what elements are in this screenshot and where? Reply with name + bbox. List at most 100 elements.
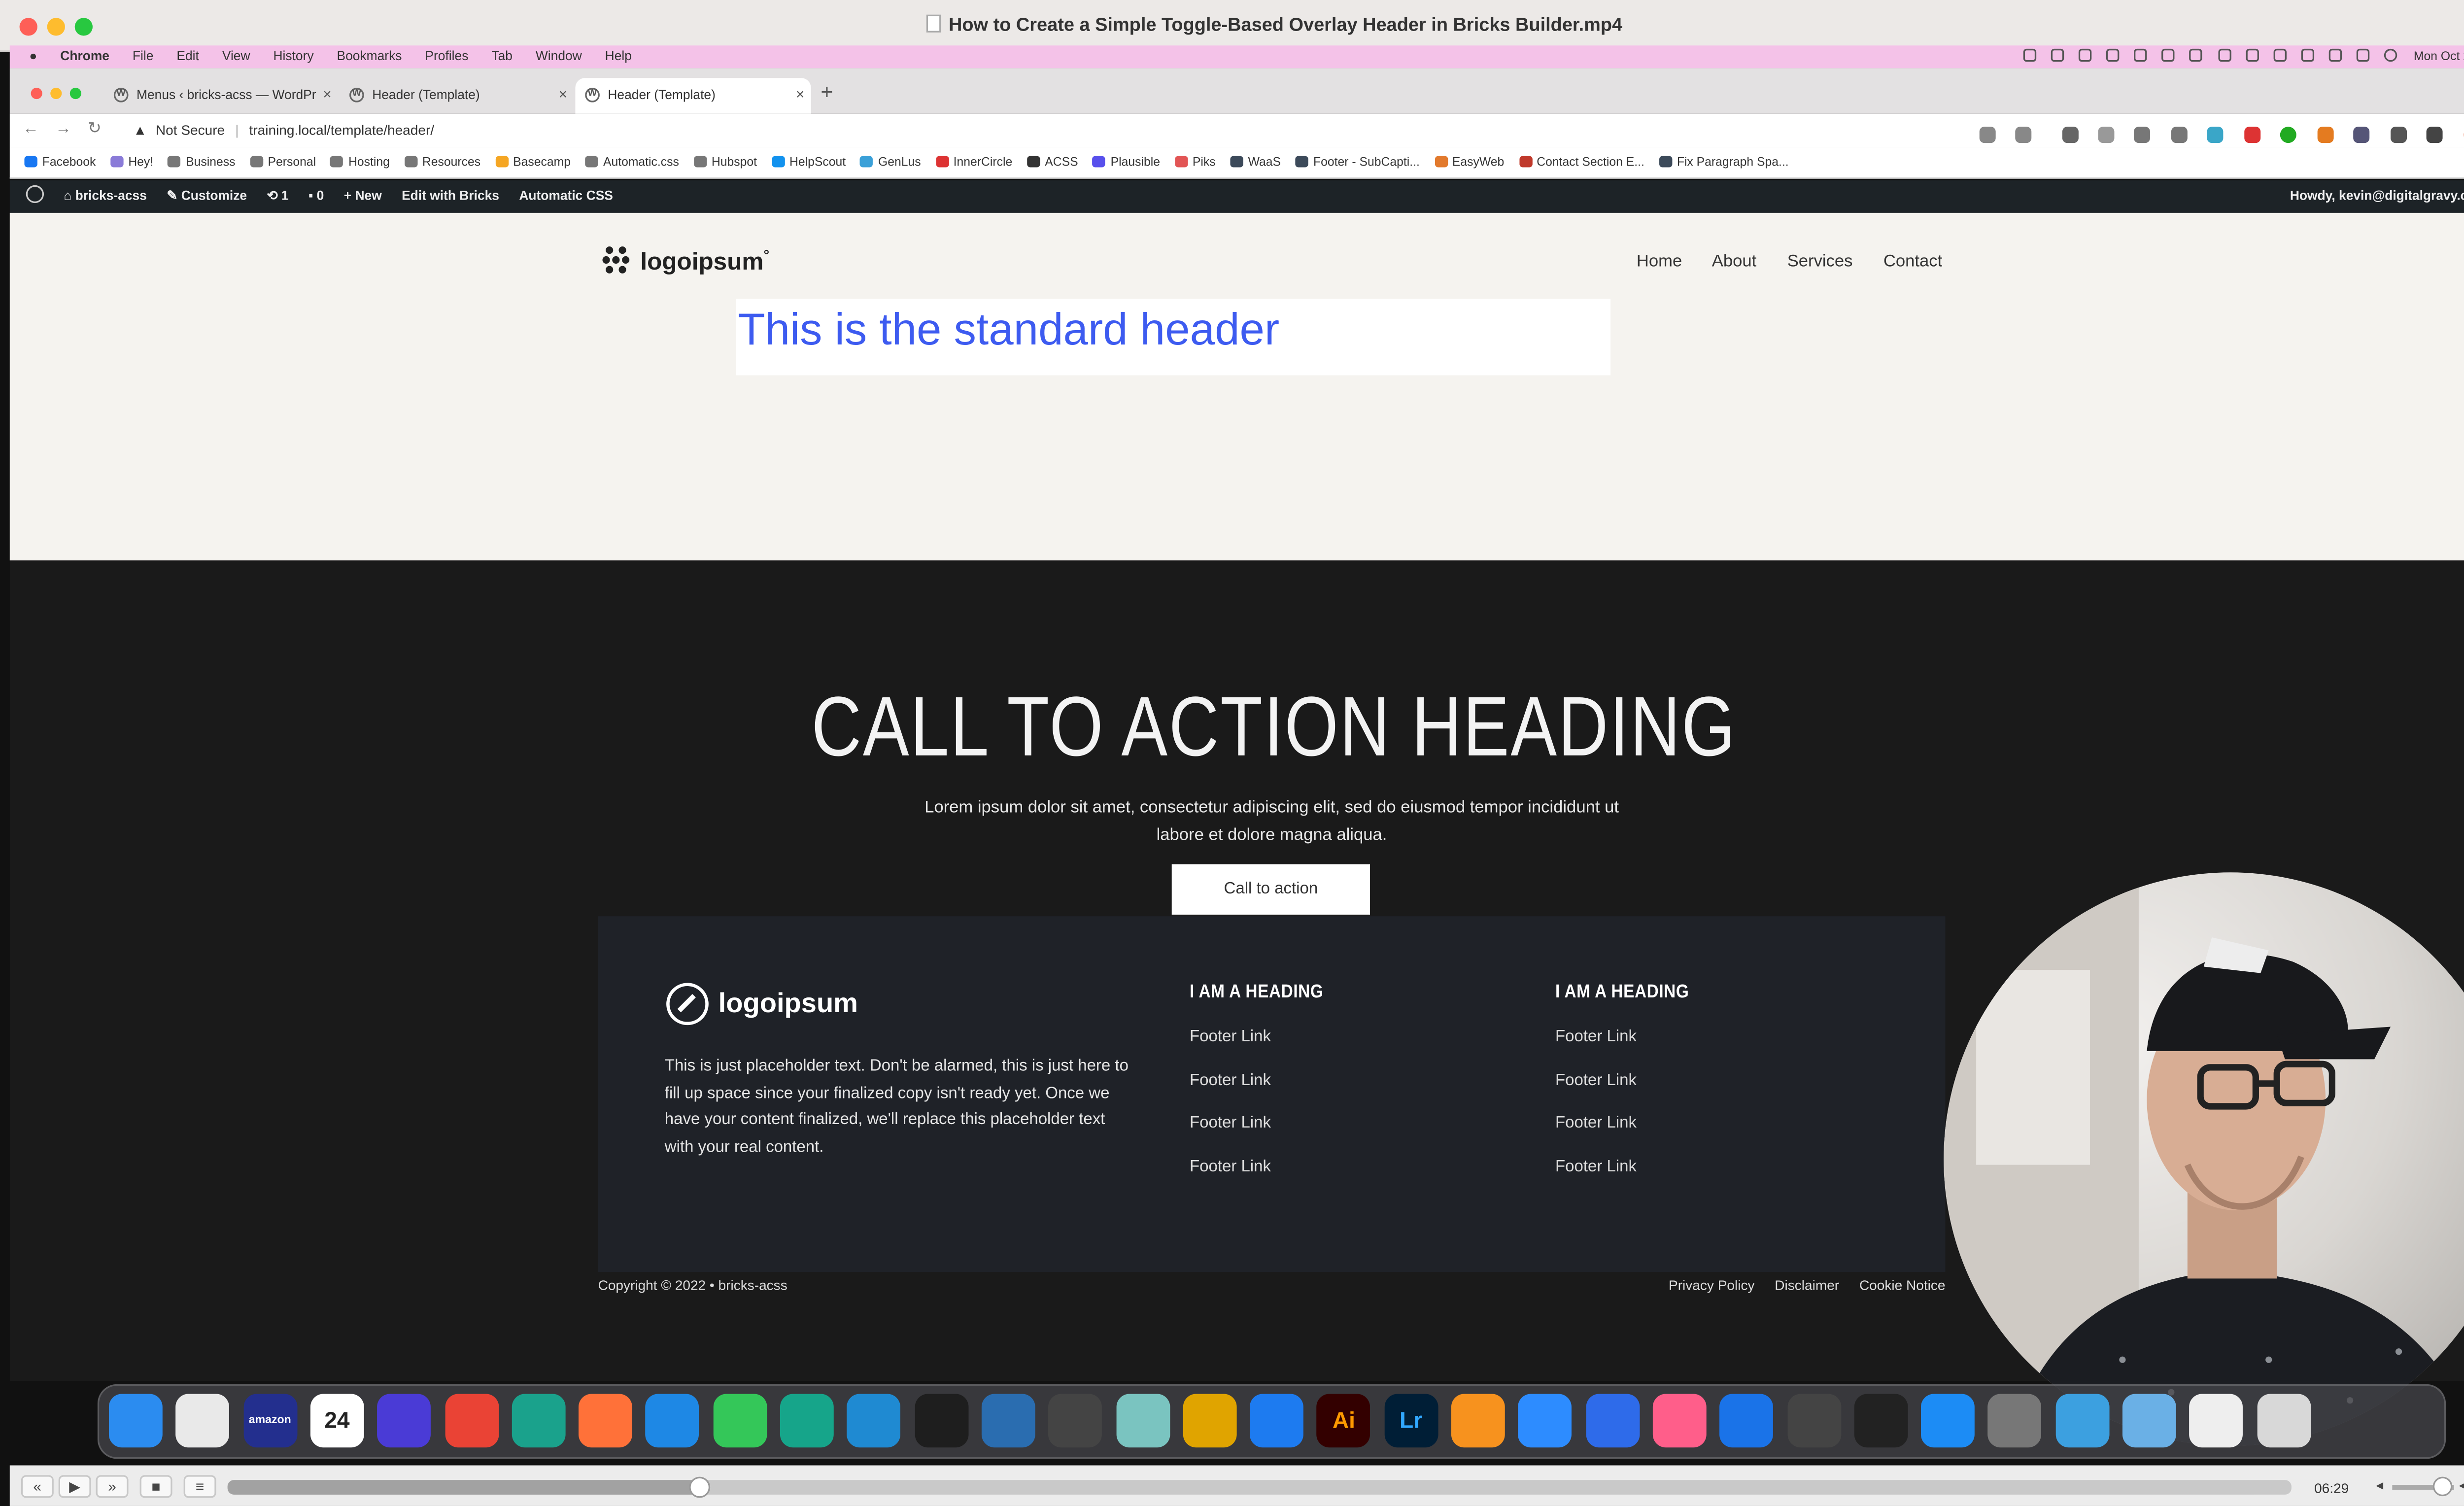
final-cut-icon[interactable] xyxy=(1048,1394,1102,1448)
footer-link[interactable]: Footer Link xyxy=(1190,1071,1341,1089)
close-tab-icon[interactable]: × xyxy=(559,86,567,103)
bookmark-item[interactable]: Automatic.css xyxy=(585,148,679,177)
wp-acss-link[interactable]: Automatic CSS xyxy=(519,180,613,213)
bookmark-item[interactable]: Facebook xyxy=(24,148,96,177)
browser-minimize-button[interactable] xyxy=(50,88,62,100)
trash-icon[interactable] xyxy=(2257,1394,2311,1448)
finder-icon[interactable] xyxy=(108,1394,163,1448)
wp-comments-link[interactable]: ▪ 0 xyxy=(308,180,324,213)
menu-edit[interactable]: Edit xyxy=(176,45,199,68)
affinity-icon[interactable] xyxy=(1786,1394,1841,1448)
apple-icon[interactable]: ● xyxy=(29,45,37,68)
system-prefs-icon[interactable] xyxy=(1988,1394,2042,1448)
screenflow-icon[interactable] xyxy=(981,1394,1035,1448)
share-icon[interactable] xyxy=(1979,126,1995,143)
footer-link[interactable]: Footer Link xyxy=(1190,1114,1341,1132)
cta-button[interactable]: Call to action xyxy=(1171,864,1370,915)
nav-services[interactable]: Services xyxy=(1787,252,1853,272)
search-icon[interactable] xyxy=(2328,48,2342,62)
wp-account-menu[interactable]: Howdy, kevin@digitalgravy.co ⌕ xyxy=(2290,180,2464,213)
footer-link[interactable]: Footer Link xyxy=(1555,1071,1707,1089)
menu-view[interactable]: View xyxy=(222,45,250,68)
downloads-icon[interactable] xyxy=(2055,1394,2109,1448)
footer-logo[interactable]: logoipsum xyxy=(666,983,858,1026)
bookmark-item[interactable]: HelpScout xyxy=(771,148,846,177)
bookmark-item[interactable]: Personal xyxy=(250,148,316,177)
menu-help[interactable]: Help xyxy=(605,45,632,68)
keynote-icon[interactable] xyxy=(1250,1394,1304,1448)
wp-new-link[interactable]: + New xyxy=(344,180,382,213)
playlist-icon[interactable]: ≡ xyxy=(183,1475,216,1498)
header-logo[interactable]: logoipsum° xyxy=(600,243,769,276)
status-icon[interactable] xyxy=(2106,48,2120,62)
stop-icon[interactable]: ■ xyxy=(139,1475,172,1498)
sidebar-icon[interactable] xyxy=(2426,126,2443,143)
bookmark-item[interactable]: Fix Paragraph Spa... xyxy=(1659,148,1789,177)
illustrator-icon[interactable]: Ai xyxy=(1317,1394,1371,1448)
safari-icon[interactable] xyxy=(646,1394,700,1448)
lightroom-icon[interactable]: Lr xyxy=(1384,1394,1438,1448)
1password-icon[interactable] xyxy=(1719,1394,1774,1448)
menu-profiles[interactable]: Profiles xyxy=(425,45,468,68)
privacy-policy-link[interactable]: Privacy Policy xyxy=(1669,1277,1754,1293)
menubar-clock[interactable]: Mon Oct 24 4:21 PM xyxy=(2414,49,2464,64)
footer-link[interactable]: Footer Link xyxy=(1555,1114,1707,1132)
wp-customize-link[interactable]: ✎ Customize xyxy=(167,180,247,213)
cleanmymac-icon[interactable] xyxy=(1652,1394,1707,1448)
extension-icon[interactable] xyxy=(2098,126,2115,143)
browser-tab[interactable]: W Menus ‹ bricks-acss — WordPr × xyxy=(104,78,338,114)
extension-icon[interactable] xyxy=(2353,126,2370,143)
bookmark-item[interactable]: EasyWeb xyxy=(1434,148,1504,177)
extension-icon[interactable] xyxy=(2171,126,2188,143)
istat-icon[interactable] xyxy=(512,1394,565,1448)
bookmark-item[interactable]: Resources xyxy=(404,148,480,177)
play-icon[interactable]: ▶ xyxy=(58,1475,91,1498)
siri-icon[interactable] xyxy=(2384,48,2397,62)
bookmark-item[interactable]: Business xyxy=(168,148,236,177)
extension-icon[interactable] xyxy=(2207,126,2224,143)
wp-edit-bricks-link[interactable]: Edit with Bricks xyxy=(402,180,499,213)
status-icon[interactable] xyxy=(2134,48,2148,62)
close-tab-icon[interactable]: × xyxy=(796,86,804,103)
bookmark-item[interactable]: GenLus xyxy=(860,148,921,177)
menu-window[interactable]: Window xyxy=(536,45,582,68)
volume-knob[interactable] xyxy=(2432,1476,2453,1497)
star-icon[interactable] xyxy=(2015,126,2032,143)
wordpress-logo-icon[interactable] xyxy=(26,180,44,213)
wp-updates-link[interactable]: ⟲ 1 xyxy=(267,180,288,213)
amazon-music-icon[interactable]: amazon music xyxy=(243,1394,297,1480)
cookie-notice-link[interactable]: Cookie Notice xyxy=(1859,1277,1946,1293)
status-icon[interactable] xyxy=(2079,48,2092,62)
control-center-icon[interactable] xyxy=(2356,48,2370,62)
zoom-icon[interactable] xyxy=(1518,1394,1572,1448)
menu-history[interactable]: History xyxy=(273,45,313,68)
firefox-icon[interactable] xyxy=(579,1394,633,1448)
wifi-icon[interactable] xyxy=(2301,48,2314,62)
status-icon[interactable] xyxy=(2218,48,2231,62)
gitkraken-icon[interactable] xyxy=(780,1394,834,1448)
browser-close-button[interactable] xyxy=(31,88,42,100)
reload-icon[interactable]: ↻ xyxy=(88,120,102,138)
extension-icon[interactable] xyxy=(2061,126,2078,143)
status-icon[interactable] xyxy=(2245,48,2259,62)
back-icon[interactable]: ← xyxy=(23,120,39,138)
bookmark-item[interactable]: ACSS xyxy=(1027,148,1078,177)
bookmark-item[interactable]: Piks xyxy=(1174,148,1216,177)
footer-link[interactable]: Footer Link xyxy=(1555,1028,1707,1046)
status-icon[interactable] xyxy=(2190,48,2203,62)
calendar-icon[interactable]: 24 xyxy=(310,1394,364,1448)
volume-low-icon[interactable]: ◂ xyxy=(2376,1477,2383,1495)
bookmark-item[interactable]: Footer - SubCapti... xyxy=(1295,148,1420,177)
nav-contact[interactable]: Contact xyxy=(1883,252,1942,272)
browser-zoom-button[interactable] xyxy=(69,88,81,100)
footer-link[interactable]: Footer Link xyxy=(1190,1158,1341,1175)
forward-icon[interactable]: → xyxy=(55,120,71,138)
scissors-icon[interactable] xyxy=(1115,1394,1169,1448)
launchpad-icon[interactable] xyxy=(176,1394,230,1448)
extension-icon[interactable] xyxy=(2317,126,2333,143)
messages-icon[interactable] xyxy=(713,1394,767,1448)
extension-icon[interactable] xyxy=(2244,126,2260,143)
menu-file[interactable]: File xyxy=(133,45,154,68)
bookmark-item[interactable]: InnerCircle xyxy=(935,148,1012,177)
status-icon[interactable] xyxy=(2273,48,2287,62)
